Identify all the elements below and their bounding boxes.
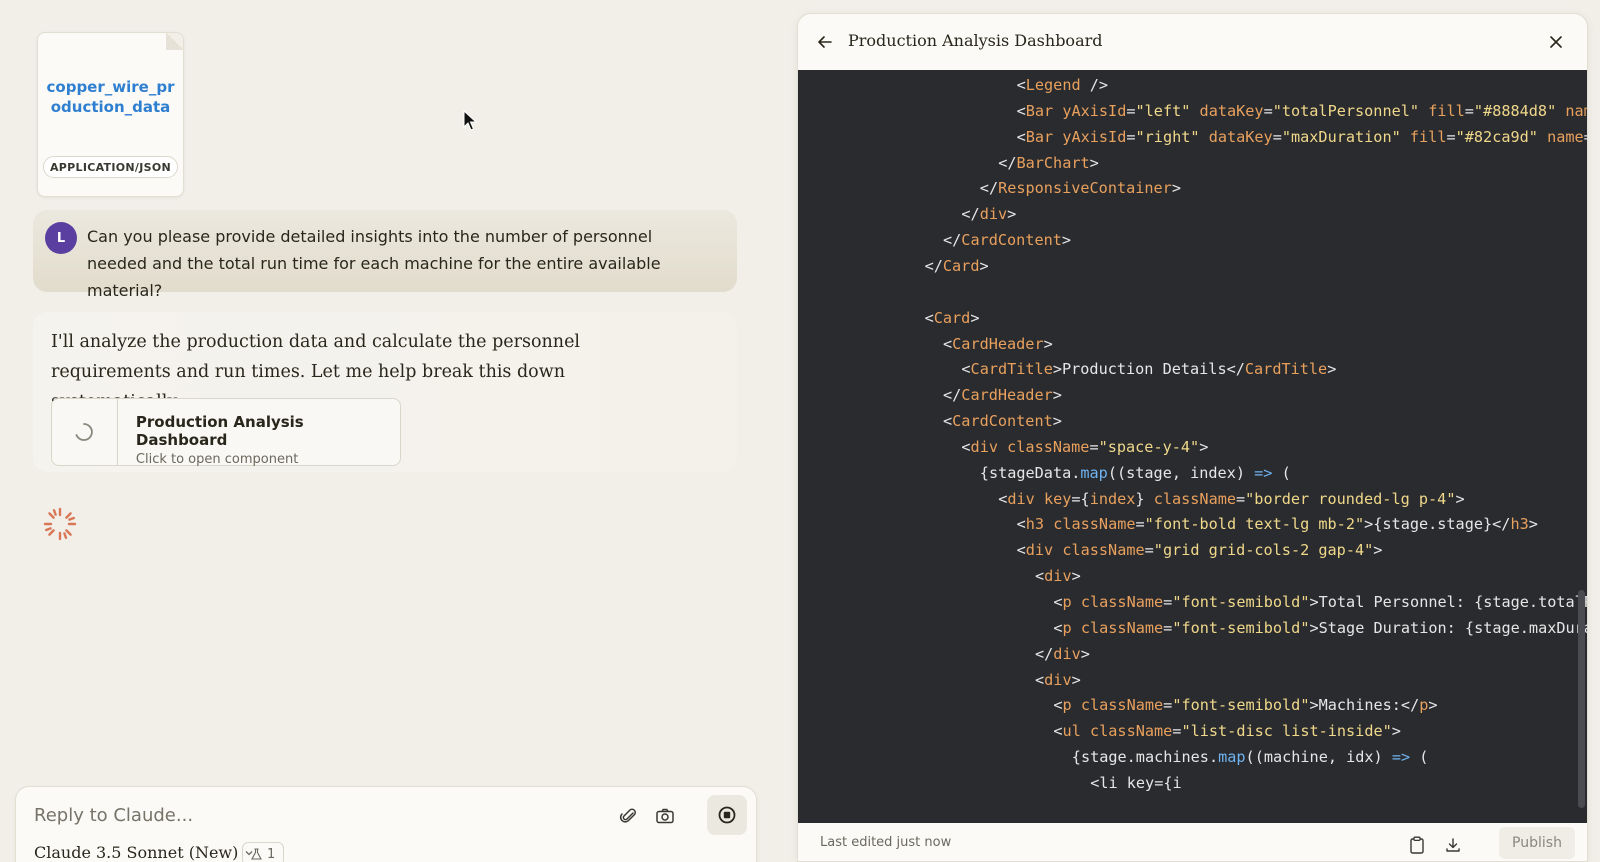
arrow-left-icon[interactable] [812,29,838,55]
download-icon[interactable] [1439,831,1467,859]
code-line: </div> [961,205,1017,224]
code-line: <div className="space-y-4"> [961,437,1209,456]
code-line: <div> [1035,670,1081,689]
code-line: </BarChart> [998,153,1099,172]
style-badge[interactable]: 1 [242,842,285,862]
page-fold-icon [166,33,183,50]
user-message-text: Can you please provide detailed insights… [87,227,661,300]
code-line: <li key={i [1090,773,1182,792]
panel-header: Production Analysis Dashboard [798,14,1587,70]
code-line: <div className="grid grid-cols-2 gap-4"> [1016,541,1383,560]
code-line: <p className="font-semibold">Machines:</… [1053,696,1438,715]
artifact-card[interactable]: Production Analysis Dashboard Click to o… [51,398,401,467]
code-viewer[interactable]: <Legend /> <Bar yAxisId="left" dataKey="t… [798,70,1587,823]
code-line: <Bar yAxisId="right" dataKey="maxDuratio… [1016,127,1587,146]
stop-icon [718,806,736,824]
code-line: </ResponsiveContainer> [979,179,1181,198]
code-line: </CardHeader> [943,386,1062,405]
code-line: <p className="font-semibold">Stage Durat… [1053,618,1587,637]
reply-input[interactable] [34,801,594,829]
user-avatar: L [45,222,77,254]
code-line: {stageData.map((stage, index) => ( [979,463,1291,482]
user-message: L Can you please provide detailed insigh… [33,210,737,300]
attached-file-card[interactable]: copper_wire_production_data APPLICATION/… [37,32,184,197]
code-line: <Bar yAxisId="left" dataKey="totalPerson… [1016,101,1587,120]
model-selector[interactable]: Claude 3.5 Sonnet (New) [34,843,254,862]
artifact-panel: Production Analysis Dashboard <Legend />… [797,13,1588,862]
reply-composer: Claude 3.5 Sonnet (New) 1 [15,786,757,862]
artifact-title: Production Analysis Dashboard [135,413,304,449]
code-line: <p className="font-semibold">Total Perso… [1053,593,1587,611]
code-line: <CardHeader> [943,334,1053,353]
thinking-spinner-icon [43,507,77,541]
publish-button[interactable]: Publish [1499,827,1575,859]
code-line: </Card> [924,256,989,275]
code-line: {stage.machines.map((machine, idx) => ( [1071,748,1429,767]
model-name: Claude 3.5 Sonnet (New) [34,843,239,862]
file-name: copper_wire_production_data [46,78,175,116]
file-type-badge: APPLICATION/JSON [43,156,178,178]
code-line: <div> [1035,567,1081,586]
artifact-subtitle: Click to open component [135,452,299,467]
code-line: <ul className="list-disc list-inside"> [1053,722,1401,741]
code-line: <Card> [924,308,980,327]
camera-icon[interactable] [650,801,680,831]
flask-icon [251,848,262,860]
close-icon[interactable] [1543,29,1569,55]
assistant-message: I'll analyze the production data and cal… [33,312,737,472]
chat-column: copper_wire_production_data APPLICATION/… [0,0,760,862]
code-line: </div> [1035,644,1090,663]
code-scrollbar[interactable] [1578,590,1585,808]
code-line: <CardTitle>Production Details</CardTitle… [961,360,1337,379]
stop-button[interactable] [707,795,747,835]
panel-title: Production Analysis Dashboard [848,31,1103,50]
clipboard-icon[interactable] [1403,831,1431,859]
mouse-cursor-icon [463,110,477,131]
code-line: <div key={index} className="border round… [998,489,1465,508]
code-line: <h3 className="font-bold text-lg mb-2">{… [1016,515,1538,534]
loading-spinner-icon [52,399,118,465]
paperclip-icon[interactable] [614,801,644,831]
code-line: <Legend /> [1016,76,1109,94]
code-line: </CardContent> [943,231,1072,250]
last-edited-label: Last edited just now [820,835,952,850]
style-count: 1 [267,846,276,862]
code-line: <CardContent> [943,412,1062,431]
panel-footer: Last edited just now Publish [798,823,1587,861]
